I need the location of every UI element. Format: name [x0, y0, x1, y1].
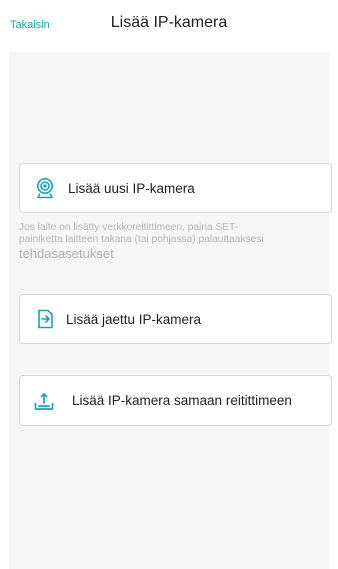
- add-new-camera-label: Lisää uusi IP-kamera: [68, 180, 195, 196]
- add-new-camera-button[interactable]: Lisää uusi IP-kamera: [19, 163, 332, 213]
- page-title: Lisää IP-kamera: [110, 14, 228, 31]
- reset-hint-text: Jos laite on lisätty verkkoreitittimeen,…: [19, 222, 329, 262]
- reset-hint-line-3: tehdasasetukset: [19, 246, 114, 261]
- router-icon: [33, 390, 55, 412]
- content-area: Lisää uusi IP-kamera Jos laite on lisätt…: [9, 52, 332, 569]
- add-camera-same-router-button[interactable]: Lisää IP-kamera samaan reitittimeen: [19, 375, 332, 426]
- reset-hint-line-2: painiketta laitteen takana (tai pohjassa…: [19, 234, 264, 245]
- share-in-icon: [34, 308, 56, 330]
- add-camera-same-router-label: Lisää IP-kamera samaan reitittimeen: [72, 393, 292, 408]
- add-shared-camera-label: Lisää jaettu IP-kamera: [66, 311, 202, 327]
- reset-hint-line-1: Jos laite on lisätty verkkoreitittimeen,…: [19, 222, 239, 233]
- header-bar: Takaisin Lisää IP-kamera: [0, 0, 338, 52]
- app-screen: Takaisin Lisää IP-kamera Lisää uusi IP-k…: [0, 0, 338, 569]
- add-shared-camera-button[interactable]: Lisää jaettu IP-kamera: [19, 294, 332, 344]
- webcam-icon: [34, 177, 56, 199]
